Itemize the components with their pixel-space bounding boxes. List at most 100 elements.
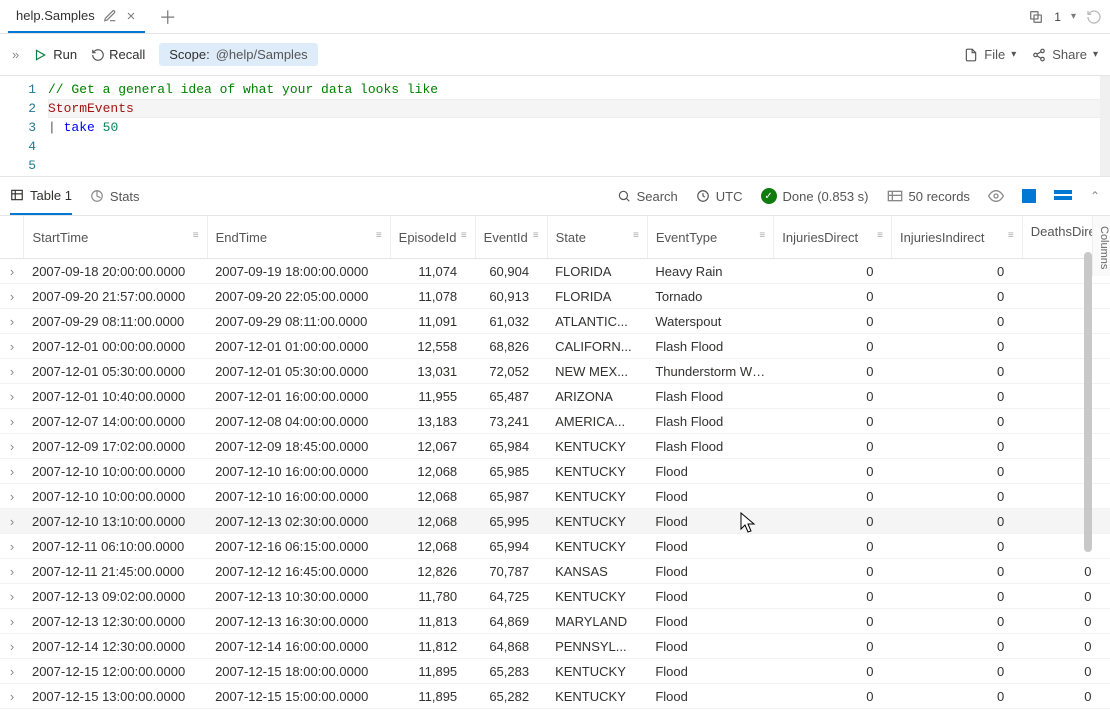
cell[interactable]: 0 bbox=[1022, 659, 1109, 684]
cell[interactable]: 0 bbox=[891, 359, 1022, 384]
cell[interactable]: 2007-09-19 18:00:00.0000 bbox=[207, 259, 390, 284]
cell[interactable]: 0 bbox=[774, 534, 892, 559]
cell[interactable]: 12,068 bbox=[390, 459, 475, 484]
row-expander[interactable]: › bbox=[0, 359, 24, 384]
table-row[interactable]: ›2007-12-07 14:00:00.00002007-12-08 04:0… bbox=[0, 409, 1110, 434]
cell[interactable]: 2007-12-09 17:02:00.0000 bbox=[24, 434, 207, 459]
cell[interactable]: 12,068 bbox=[390, 534, 475, 559]
search-button[interactable]: Search bbox=[617, 189, 678, 204]
cell[interactable]: 65,985 bbox=[475, 459, 547, 484]
expand-toolbar-icon[interactable]: » bbox=[12, 47, 19, 62]
row-expander[interactable]: › bbox=[0, 609, 24, 634]
cell[interactable]: 2007-12-11 21:45:00.0000 bbox=[24, 559, 207, 584]
cell[interactable]: Flash Flood bbox=[647, 384, 773, 409]
cell[interactable]: 13,031 bbox=[390, 359, 475, 384]
cell[interactable]: Thunderstorm Wind bbox=[647, 359, 773, 384]
row-expander[interactable]: › bbox=[0, 584, 24, 609]
cell[interactable]: 0 bbox=[1022, 309, 1109, 334]
cell[interactable]: 0 bbox=[774, 659, 892, 684]
cell[interactable]: 0 bbox=[891, 434, 1022, 459]
cell[interactable]: 73,241 bbox=[475, 409, 547, 434]
table-row[interactable]: ›2007-12-10 13:10:00.00002007-12-13 02:3… bbox=[0, 509, 1110, 534]
cell[interactable]: KENTUCKY bbox=[547, 584, 647, 609]
cell[interactable]: Flood bbox=[647, 609, 773, 634]
scope-pill[interactable]: Scope: @help/Samples bbox=[159, 43, 317, 66]
cell[interactable]: 61,032 bbox=[475, 309, 547, 334]
cell[interactable]: 2007-12-16 06:15:00.0000 bbox=[207, 534, 390, 559]
row-expander[interactable]: › bbox=[0, 434, 24, 459]
cell[interactable]: 0 bbox=[891, 609, 1022, 634]
cell[interactable]: 0 bbox=[891, 559, 1022, 584]
cell[interactable]: 0 bbox=[891, 334, 1022, 359]
cell[interactable]: 0 bbox=[774, 509, 892, 534]
chevron-up-icon[interactable]: ⌃ bbox=[1090, 189, 1100, 203]
cell[interactable]: Flood bbox=[647, 559, 773, 584]
cell[interactable]: Flood bbox=[647, 484, 773, 509]
share-menu[interactable]: Share ▾ bbox=[1032, 47, 1098, 62]
cell[interactable]: 0 bbox=[891, 284, 1022, 309]
cell[interactable]: 2007-12-15 18:00:00.0000 bbox=[207, 659, 390, 684]
table-row[interactable]: ›2007-09-18 20:00:00.00002007-09-19 18:0… bbox=[0, 259, 1110, 284]
sort-icon[interactable]: ≡ bbox=[533, 230, 539, 241]
cell[interactable]: 2007-12-10 16:00:00.0000 bbox=[207, 459, 390, 484]
cell[interactable]: 2007-12-13 10:30:00.0000 bbox=[207, 584, 390, 609]
cell[interactable]: 65,283 bbox=[475, 659, 547, 684]
cell[interactable]: 11,812 bbox=[390, 634, 475, 659]
cell[interactable]: 0 bbox=[1022, 559, 1109, 584]
cell[interactable]: 0 bbox=[774, 384, 892, 409]
row-density-icon[interactable] bbox=[1054, 190, 1072, 202]
cell[interactable]: 65,987 bbox=[475, 484, 547, 509]
cell[interactable]: 0 bbox=[774, 284, 892, 309]
cell[interactable]: 0 bbox=[891, 484, 1022, 509]
cell[interactable]: 11,955 bbox=[390, 384, 475, 409]
cell[interactable]: 2007-09-20 22:05:00.0000 bbox=[207, 284, 390, 309]
column-header[interactable]: InjuriesIndirect≡ bbox=[891, 216, 1022, 259]
cell[interactable]: 0 bbox=[1022, 484, 1109, 509]
cell[interactable]: 0 bbox=[1022, 459, 1109, 484]
cell[interactable]: 0 bbox=[774, 584, 892, 609]
row-expander[interactable]: › bbox=[0, 384, 24, 409]
cell[interactable]: Waterspout bbox=[647, 309, 773, 334]
cell[interactable]: KENTUCKY bbox=[547, 659, 647, 684]
cell[interactable]: 2007-12-01 16:00:00.0000 bbox=[207, 384, 390, 409]
row-expander[interactable]: › bbox=[0, 559, 24, 584]
cell[interactable]: 0 bbox=[774, 309, 892, 334]
cell[interactable]: Flood bbox=[647, 684, 773, 709]
cell[interactable]: 2007-12-01 05:30:00.0000 bbox=[207, 359, 390, 384]
cell[interactable]: 64,869 bbox=[475, 609, 547, 634]
cell[interactable]: 11,895 bbox=[390, 684, 475, 709]
cell[interactable]: 0 bbox=[1022, 684, 1109, 709]
cell[interactable]: MARYLAND bbox=[547, 609, 647, 634]
cell[interactable]: PENNSYL... bbox=[547, 634, 647, 659]
cell[interactable]: KENTUCKY bbox=[547, 484, 647, 509]
cell[interactable]: 0 bbox=[1022, 384, 1109, 409]
cell[interactable]: 0 bbox=[891, 659, 1022, 684]
cell[interactable]: 2007-12-13 02:30:00.0000 bbox=[207, 509, 390, 534]
vertical-scrollbar[interactable] bbox=[1084, 252, 1092, 552]
cell[interactable]: 12,558 bbox=[390, 334, 475, 359]
column-header[interactable]: StartTime≡ bbox=[24, 216, 207, 259]
cell[interactable]: 2007-12-10 13:10:00.0000 bbox=[24, 509, 207, 534]
color-box-icon[interactable] bbox=[1022, 189, 1036, 203]
cell[interactable]: 2007-12-15 12:00:00.0000 bbox=[24, 659, 207, 684]
cell[interactable]: 0 bbox=[1022, 409, 1109, 434]
cell[interactable]: 0 bbox=[774, 559, 892, 584]
cell[interactable]: 0 bbox=[774, 459, 892, 484]
row-expander[interactable]: › bbox=[0, 534, 24, 559]
cell[interactable]: Flash Flood bbox=[647, 434, 773, 459]
close-icon[interactable] bbox=[125, 10, 137, 22]
cell[interactable]: 0 bbox=[774, 359, 892, 384]
table-row[interactable]: ›2007-12-13 12:30:00.00002007-12-13 16:3… bbox=[0, 609, 1110, 634]
row-expander[interactable]: › bbox=[0, 509, 24, 534]
cell[interactable]: 0 bbox=[891, 309, 1022, 334]
cell[interactable]: Flood bbox=[647, 509, 773, 534]
cell[interactable]: 2007-12-01 05:30:00.0000 bbox=[24, 359, 207, 384]
copy-icon[interactable] bbox=[1028, 9, 1044, 25]
editor-minimap[interactable] bbox=[1100, 76, 1110, 176]
column-header[interactable]: EventId≡ bbox=[475, 216, 547, 259]
cell[interactable]: 12,826 bbox=[390, 559, 475, 584]
cell[interactable]: 11,091 bbox=[390, 309, 475, 334]
table-row[interactable]: ›2007-12-11 21:45:00.00002007-12-12 16:4… bbox=[0, 559, 1110, 584]
cell[interactable]: 2007-12-10 10:00:00.0000 bbox=[24, 484, 207, 509]
row-expander[interactable]: › bbox=[0, 659, 24, 684]
